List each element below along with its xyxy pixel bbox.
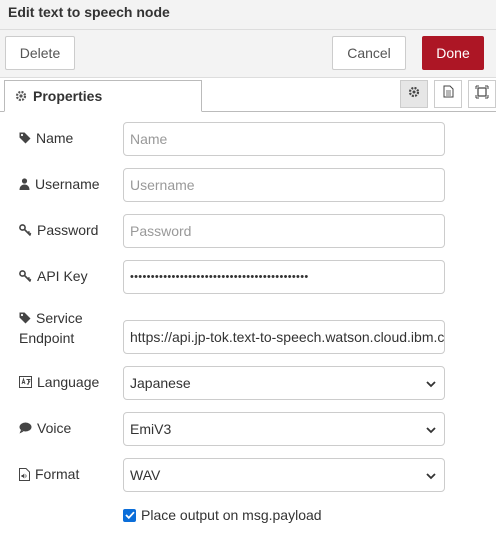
- node-description-button[interactable]: [434, 80, 462, 108]
- payload-checkbox[interactable]: [123, 508, 136, 522]
- apikey-label: API Key: [19, 268, 88, 284]
- document-icon: [443, 85, 454, 103]
- chevron-down-icon: [426, 421, 436, 437]
- key-icon: [19, 224, 32, 236]
- apikey-label-text: API Key: [37, 268, 88, 284]
- language-icon: [19, 376, 32, 388]
- cancel-button[interactable]: Cancel: [332, 36, 406, 70]
- language-label: Language: [19, 374, 99, 390]
- name-label: Name: [19, 130, 73, 146]
- format-select[interactable]: WAV: [123, 458, 445, 492]
- payload-option: Place output on msg.payload: [123, 507, 322, 523]
- voice-select[interactable]: EmiV3: [123, 412, 445, 446]
- form-row-apikey: API Key ••••••••••••••••••••••••••••••••…: [0, 260, 496, 294]
- endpoint-input[interactable]: https://api.jp-tok.text-to-speech.watson…: [123, 320, 445, 354]
- tag-icon: [19, 132, 31, 144]
- form-row-name: Name Name: [0, 122, 496, 156]
- done-button[interactable]: Done: [422, 36, 484, 70]
- endpoint-label-line1: Service: [36, 310, 83, 326]
- apikey-input[interactable]: ••••••••••••••••••••••••••••••••••••••••…: [123, 260, 445, 294]
- checkmark-icon: [124, 511, 135, 519]
- tag-icon: [19, 312, 31, 324]
- password-input[interactable]: Password: [123, 214, 445, 248]
- dialog-action-bar: Delete Cancel Done: [0, 30, 496, 78]
- dialog-title: Edit text to speech node: [8, 4, 170, 20]
- form-row-password: Password Password: [0, 214, 496, 248]
- password-label: Password: [19, 222, 98, 238]
- name-input[interactable]: Name: [123, 122, 445, 156]
- name-label-text: Name: [36, 130, 74, 146]
- gear-icon: [408, 85, 420, 103]
- payload-checkbox-label: Place output on msg.payload: [141, 507, 322, 523]
- language-select[interactable]: Japanese: [123, 366, 445, 400]
- frame-icon: [475, 85, 489, 104]
- gear-icon: [15, 90, 27, 102]
- voice-label-text: Voice: [37, 420, 72, 436]
- endpoint-label-line2: Endpoint: [19, 330, 75, 346]
- form-row-endpoint: Service Endpoint https://api.jp-tok.text…: [0, 310, 496, 354]
- username-input[interactable]: Username: [123, 168, 445, 202]
- delete-button[interactable]: Delete: [5, 36, 75, 70]
- audio-file-icon: [19, 467, 30, 481]
- speech-bubble-icon: [19, 422, 32, 434]
- username-label-text: Username: [35, 176, 100, 192]
- user-icon: [19, 178, 30, 190]
- format-label-text: Format: [35, 466, 80, 482]
- format-select-value: WAV: [130, 467, 161, 483]
- voice-label: Voice: [19, 420, 71, 436]
- node-settings-button[interactable]: [400, 80, 428, 108]
- password-label-text: Password: [37, 222, 99, 238]
- language-label-text: Language: [37, 374, 100, 390]
- endpoint-label: Service Endpoint: [19, 308, 83, 348]
- username-label: Username: [19, 176, 100, 192]
- chevron-down-icon: [426, 467, 436, 483]
- chevron-down-icon: [426, 375, 436, 391]
- format-label: Format: [19, 466, 79, 482]
- node-appearance-button[interactable]: [468, 80, 496, 108]
- dialog-header: Edit text to speech node: [0, 0, 496, 30]
- language-select-value: Japanese: [130, 375, 191, 391]
- tab-properties[interactable]: Properties: [4, 80, 202, 112]
- form-row-username: Username Username: [0, 168, 496, 202]
- voice-select-value: EmiV3: [130, 421, 172, 437]
- form-row-format: Format WAV: [0, 458, 496, 492]
- form-row-language: Language Japanese: [0, 366, 496, 400]
- tab-bar: Properties: [0, 78, 496, 112]
- form-row-voice: Voice EmiV3: [0, 412, 496, 446]
- tab-properties-label: Properties: [33, 88, 103, 104]
- key-icon: [19, 270, 32, 282]
